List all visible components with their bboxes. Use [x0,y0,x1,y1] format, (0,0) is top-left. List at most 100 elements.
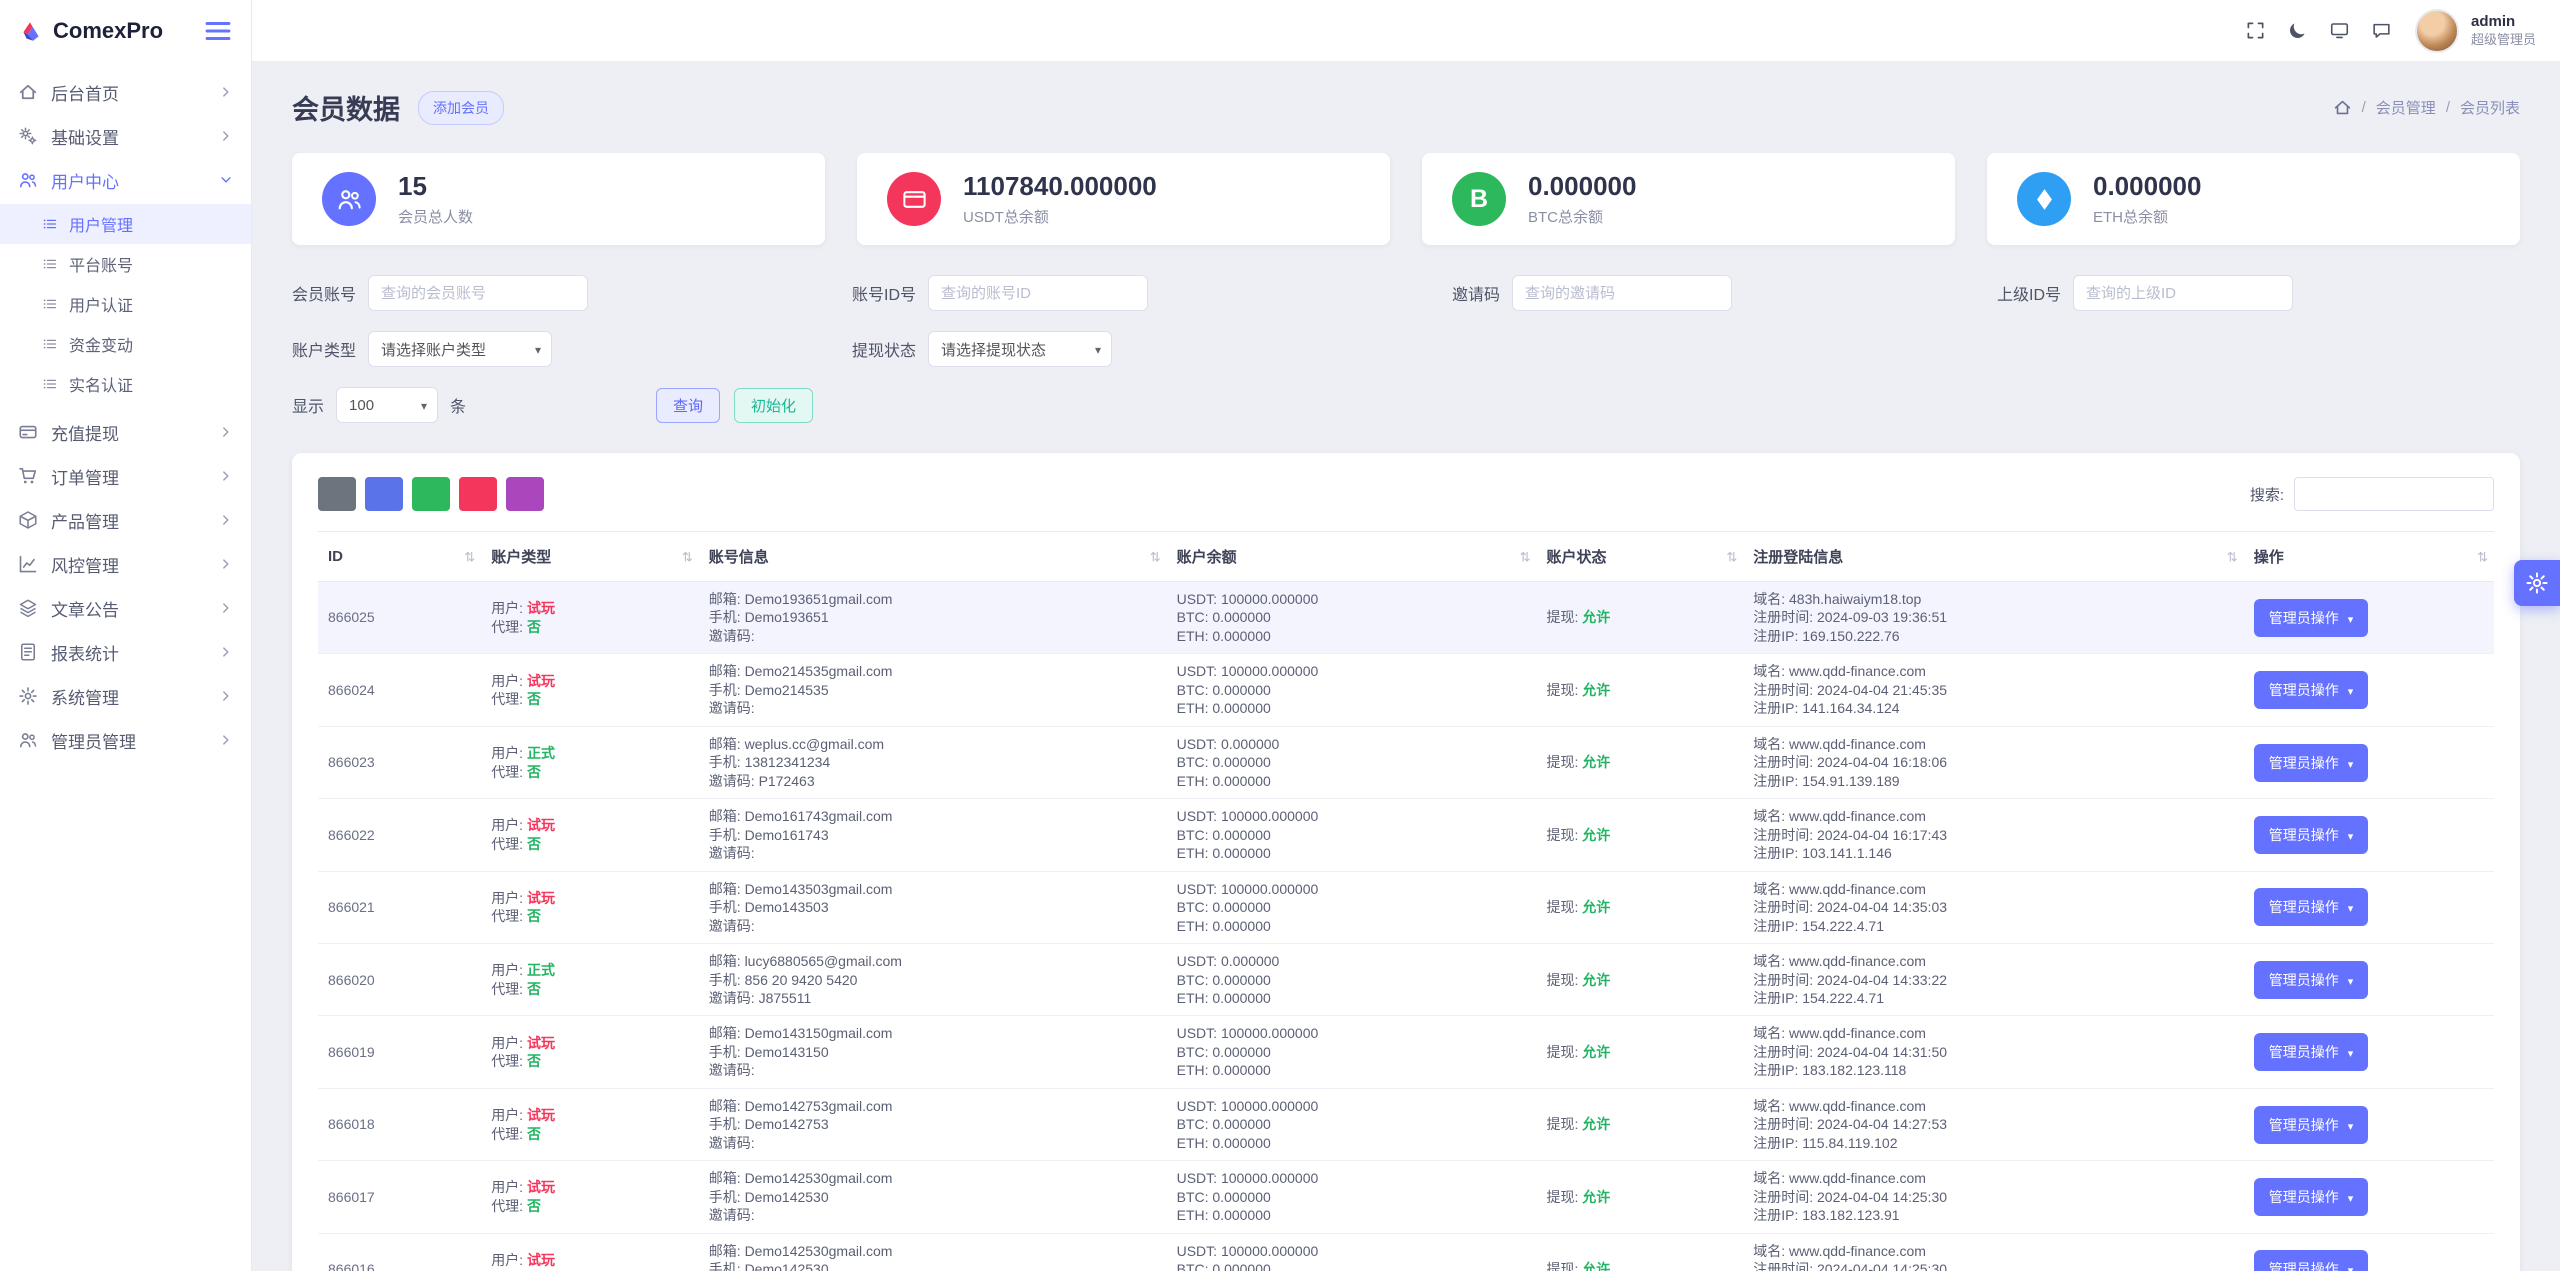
admin-action-label: 管理员操作 [2268,1044,2339,1061]
sidebar-subitem-2-1[interactable]: 平台账号 [0,244,251,284]
sidebar-subitem-2-0[interactable]: 用户管理 [0,204,251,244]
parent-id-input[interactable] [2073,275,2294,311]
stat-meta: 15 会员总人数 [398,171,473,227]
sidebar-item-1[interactable]: 基础设置 [0,114,251,158]
sidebar: ComexPro 后台首页 基础设置 用户中心 用户管理 平台账号 用户认证 资… [0,0,252,1271]
sidebar-subitem-2-2[interactable]: 用户认证 [0,284,251,324]
sidebar-subitem-2-4[interactable]: 实名认证 [0,364,251,404]
sort-icon[interactable] [1726,548,1737,565]
admin-action-button[interactable]: 管理员操作 [2253,815,2369,854]
user-avatar[interactable] [2414,8,2459,53]
list-icon [42,296,58,312]
floating-settings-button[interactable] [2514,560,2560,606]
member-table-card: 搜索: ID 账户类型 账号信息 账户余额 账户状态 注册登陆信息 [292,453,2520,1271]
add-member-button[interactable]: 添加会员 [418,90,504,125]
domain-value: www.qdd-finance.com [1789,953,1926,970]
search-input[interactable] [2294,477,2494,511]
sort-icon[interactable] [1520,548,1531,565]
export-button-csv[interactable] [365,477,403,511]
stat-value: 15 [398,171,427,201]
query-button[interactable]: 查询 [656,387,721,423]
withdraw-status-select[interactable]: 请选择提现状态 [928,331,1113,367]
sidebar-item-10[interactable]: 管理员管理 [0,718,251,762]
sort-icon[interactable] [1150,548,1161,565]
row-status: 提现: 允许 [1536,1088,1744,1162]
table-header-cell[interactable]: 账户状态 [1536,531,1744,582]
row-status: 提现: 允许 [1536,1160,1744,1234]
row-account-type: 用户: 试玩 代理: 否 [481,581,699,655]
admin-action-button[interactable]: 管理员操作 [2253,1033,2369,1072]
sidebar-item-7[interactable]: 文章公告 [0,586,251,630]
user-type-value: 试玩 [526,600,555,617]
admin-action-button[interactable]: 管理员操作 [2253,743,2369,782]
sidebar-item-2[interactable]: 用户中心 [0,158,251,202]
admin-action-button[interactable]: 管理员操作 [2253,1177,2369,1216]
table-header-cell[interactable]: 操作 [2243,531,2494,582]
fullscreen-icon[interactable] [2235,10,2277,52]
sidebar-item-0[interactable]: 后台首页 [0,70,251,114]
sidebar-item-3[interactable]: 充值提现 [0,410,251,454]
filter-row-3: 显示 100 条 查询 初始化 [292,387,2520,423]
export-button-copy[interactable] [318,477,356,511]
table-header-cell[interactable]: ID [318,531,482,582]
brand-logo[interactable]: ComexPro [18,18,163,44]
account-type-select[interactable]: 请选择账户类型 [368,331,553,367]
chevron-right-icon [219,645,233,659]
row-register-info: 域名: www.qdd-finance.com 注册时间: 2024-04-04… [1743,943,2244,1017]
sidebar-item-8[interactable]: 报表统计 [0,630,251,674]
chat-icon[interactable] [2361,10,2403,52]
reg-time-label: 注册时间: [1753,1188,1814,1205]
row-id: 866017 [318,1160,482,1234]
admin-action-button[interactable]: 管理员操作 [2253,960,2369,999]
reset-button[interactable]: 初始化 [734,387,814,423]
reg-ip-label: 注册IP: [1753,627,1799,644]
breadcrumb-link-member-mgmt[interactable]: 会员管理 [2376,97,2436,118]
btc-value: 0.000000 [1212,826,1271,843]
sort-icon[interactable] [464,548,475,565]
admin-action-button[interactable]: 管理员操作 [2253,671,2369,710]
member-account-input[interactable] [368,275,589,311]
sidebar-item-4[interactable]: 订单管理 [0,454,251,498]
sort-icon[interactable] [2227,548,2238,565]
sidebar-item-6[interactable]: 风控管理 [0,542,251,586]
sidebar-item-9[interactable]: 系统管理 [0,674,251,718]
table-header-cell[interactable]: 账户余额 [1166,531,1537,582]
export-button-pdf[interactable] [459,477,497,511]
eth-value: 0.000000 [1212,700,1271,717]
display-count-select[interactable]: 100 [336,387,439,423]
menu-toggle-button[interactable] [203,16,233,46]
sidebar-item-5[interactable]: 产品管理 [0,498,251,542]
reg-time-value: 2024-04-04 21:45:35 [1817,681,1948,698]
table-header-cell[interactable]: 注册登陆信息 [1743,531,2244,582]
table-header-cell[interactable]: 账户类型 [481,531,699,582]
account-id-input[interactable] [928,275,1149,311]
users-icon [18,170,38,190]
email-label: 邮箱: [708,1025,741,1042]
row-register-info: 域名: www.qdd-finance.com 注册时间: 2024-04-04… [1743,1088,2244,1162]
admin-action-button[interactable]: 管理员操作 [2253,1250,2369,1271]
breadcrumb-link-member-list[interactable]: 会员列表 [2460,97,2520,118]
sidebar-subitem-2-3[interactable]: 资金变动 [0,324,251,364]
agent-value: 否 [526,763,541,780]
chevron-right-icon [219,129,233,143]
reg-time-label: 注册时间: [1753,1116,1814,1133]
screen-icon[interactable] [2319,10,2361,52]
phone-value: Demo142530 [744,1188,829,1205]
table-row: 866024 用户: 试玩 代理: 否 邮箱: Demo214535gmail.… [318,653,2494,727]
admin-action-button[interactable]: 管理员操作 [2253,888,2369,927]
breadcrumb-home-icon[interactable] [2333,98,2352,117]
invite-code-input[interactable] [1512,275,1733,311]
sort-icon[interactable] [2477,548,2488,565]
dark-mode-icon[interactable] [2277,10,2319,52]
usdt-value: 100000.000000 [1220,663,1319,680]
sidebar-subitem-label: 平台账号 [69,258,134,275]
export-button-excel[interactable] [412,477,450,511]
btc-value: 0.000000 [1212,609,1271,626]
filter-account-type: 账户类型 请选择账户类型 [292,331,852,367]
admin-action-button[interactable]: 管理员操作 [2253,598,2369,637]
table-header-cell[interactable]: 账号信息 [698,531,1167,582]
admin-action-button[interactable]: 管理员操作 [2253,1105,2369,1144]
row-id: 866022 [318,798,482,872]
sort-icon[interactable] [682,548,693,565]
export-button-print[interactable] [506,477,544,511]
